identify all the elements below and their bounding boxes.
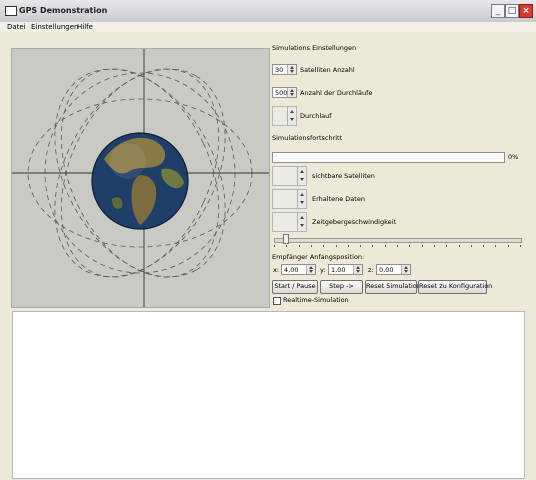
slider-tick bbox=[446, 245, 448, 247]
spinner-arrows-icon[interactable] bbox=[306, 265, 315, 274]
timer-speed-label: Zeitgebergeschwindigkeit bbox=[312, 218, 397, 226]
spinner-arrows-icon[interactable] bbox=[287, 65, 296, 74]
minimize-button[interactable]: _ bbox=[491, 4, 505, 18]
slider-tick bbox=[360, 245, 362, 247]
title-bar: GPS Demonstration _ □ × bbox=[0, 0, 536, 23]
satellite-visualization[interactable] bbox=[11, 48, 270, 308]
slider-tick bbox=[507, 245, 509, 247]
simulation-settings-title: Simulations Einstellungen bbox=[272, 44, 357, 52]
slider-tick bbox=[298, 245, 300, 247]
pass-label: Durchlauf bbox=[300, 112, 332, 120]
z-value: 0,00 bbox=[379, 266, 394, 274]
slider-tick bbox=[409, 245, 411, 247]
x-value: 4,00 bbox=[284, 266, 299, 274]
y-label: y: bbox=[320, 266, 326, 274]
progress-bar bbox=[272, 152, 505, 163]
y-value: 1,00 bbox=[331, 266, 346, 274]
progress-title: Simulationsfortschritt bbox=[272, 134, 343, 142]
slider-tick bbox=[433, 245, 435, 247]
step-button[interactable]: Step -> bbox=[320, 280, 363, 294]
z-label: z: bbox=[368, 266, 374, 274]
earth-globe bbox=[91, 132, 189, 230]
reset-configuration-button[interactable]: Reset zu Konfiguration bbox=[418, 280, 492, 294]
progress-percent: 0% bbox=[508, 153, 519, 161]
slider-tick bbox=[335, 245, 337, 247]
runs-label: Anzahl der Durchläufe bbox=[300, 89, 373, 97]
y-spinner[interactable]: 1,00 bbox=[328, 264, 363, 275]
satellite-count-spinner[interactable]: 30 bbox=[272, 64, 297, 75]
slider-tick bbox=[520, 245, 521, 247]
pass-spinner[interactable] bbox=[272, 106, 297, 126]
slider-tick bbox=[286, 245, 288, 247]
close-button[interactable]: × bbox=[519, 4, 533, 18]
slider-tick bbox=[397, 245, 398, 247]
app-window-icon bbox=[5, 6, 17, 16]
slider-tick bbox=[483, 245, 485, 247]
satellite-count-label: Satelliten Anzahl bbox=[300, 66, 355, 74]
maximize-button[interactable]: □ bbox=[505, 4, 519, 18]
slider-tick bbox=[470, 245, 472, 247]
menu-datei[interactable]: Datei bbox=[7, 22, 26, 32]
timer-speed-slider-track[interactable] bbox=[274, 238, 522, 243]
spinner-arrows-icon[interactable] bbox=[287, 88, 296, 97]
slider-tick bbox=[495, 245, 497, 247]
start-pause-button[interactable]: Start / Pause bbox=[272, 280, 318, 294]
reset-simulation-button[interactable]: Reset Simulation bbox=[365, 280, 421, 294]
spinner-arrows-icon bbox=[297, 213, 306, 231]
slider-tick bbox=[310, 245, 312, 247]
slider-tick bbox=[384, 245, 386, 247]
timer-speed-field bbox=[272, 212, 307, 232]
spinner-arrows-icon[interactable] bbox=[287, 107, 296, 125]
menu-bar: Datei Einstellungen Hilfe bbox=[0, 22, 536, 32]
spinner-arrows-icon bbox=[297, 190, 306, 208]
realtime-checkbox[interactable] bbox=[273, 297, 281, 305]
received-data-label: Erhaltene Daten bbox=[312, 195, 365, 203]
receiver-position-title: Empfänger Anfangsposition: bbox=[272, 253, 365, 261]
menu-hilfe[interactable]: Hilfe bbox=[77, 22, 93, 32]
satellite-count-value: 30 bbox=[275, 66, 284, 74]
runs-spinner[interactable]: 500 bbox=[272, 87, 297, 98]
spinner-arrows-icon bbox=[297, 167, 306, 185]
realtime-label: Realtime-Simulation bbox=[283, 296, 349, 304]
menu-einstellungen[interactable]: Einstellungen bbox=[31, 22, 78, 32]
x-spinner[interactable]: 4,00 bbox=[281, 264, 316, 275]
slider-tick bbox=[458, 245, 460, 247]
spinner-arrows-icon[interactable] bbox=[401, 265, 410, 274]
received-data-field bbox=[272, 189, 307, 209]
runs-value: 500 bbox=[275, 89, 288, 97]
slider-tick bbox=[323, 245, 325, 247]
slider-tick bbox=[347, 245, 349, 247]
spinner-arrows-icon[interactable] bbox=[353, 265, 362, 274]
timer-speed-slider-thumb[interactable] bbox=[283, 234, 290, 244]
z-spinner[interactable]: 0,00 bbox=[376, 264, 411, 275]
slider-tick bbox=[274, 245, 275, 247]
visible-satellites-field bbox=[272, 166, 307, 186]
output-text-area[interactable] bbox=[12, 311, 525, 479]
window-title: GPS Demonstration bbox=[19, 6, 108, 15]
visible-satellites-label: sichtbare Satelliten bbox=[312, 172, 375, 180]
slider-tick bbox=[421, 245, 423, 247]
slider-tick bbox=[372, 245, 374, 247]
x-label: x: bbox=[273, 266, 280, 274]
